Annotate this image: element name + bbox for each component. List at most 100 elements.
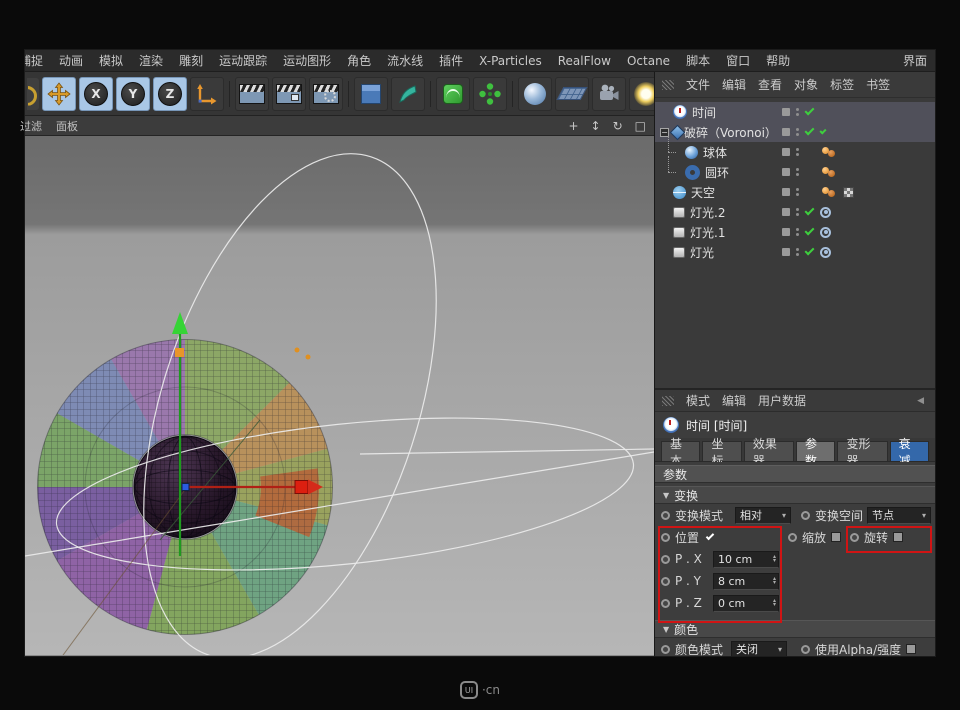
menu-item-xparticles[interactable]: X-Particles bbox=[479, 54, 542, 68]
z-axis-lock-button[interactable]: Z bbox=[153, 77, 187, 111]
viewport-menu-panel[interactable]: 面板 bbox=[56, 118, 78, 134]
z-axis-handle[interactable] bbox=[182, 484, 189, 491]
object-row-torus[interactable]: 圆环 bbox=[655, 162, 935, 182]
menu-item-octane[interactable]: Octane bbox=[627, 54, 670, 68]
layer-color-box[interactable] bbox=[782, 108, 790, 116]
om-menu-objects[interactable]: 对象 bbox=[794, 76, 818, 93]
axis-scale-handle[interactable] bbox=[175, 348, 184, 357]
cloner-button[interactable] bbox=[473, 77, 507, 111]
section-color[interactable]: ▼ 颜色 bbox=[655, 620, 935, 638]
position-checked-icon[interactable] bbox=[706, 532, 714, 540]
enabled-check-icon[interactable] bbox=[805, 226, 815, 236]
menu-item-plugins[interactable]: 插件 bbox=[439, 52, 463, 69]
menu-item-window[interactable]: 窗口 bbox=[726, 52, 750, 69]
spinner-down-icon[interactable]: ▾ bbox=[773, 581, 776, 586]
visibility-dots[interactable] bbox=[796, 208, 799, 216]
menu-item-motion-tracker[interactable]: 运动跟踪 bbox=[219, 52, 267, 69]
x-axis-lock-button[interactable]: X bbox=[79, 77, 113, 111]
floor-button[interactable] bbox=[555, 77, 589, 111]
tab-basic[interactable]: 基本 bbox=[661, 441, 700, 461]
viewport-menu-filter[interactable]: 过滤 bbox=[20, 118, 42, 134]
object-row-voronoi[interactable]: − 破碎（Voronoi） bbox=[655, 122, 935, 142]
tab-coordinates[interactable]: 坐标 bbox=[702, 441, 741, 461]
py-input[interactable]: 8 cm ▴▾ bbox=[713, 573, 779, 590]
layer-color-box[interactable] bbox=[782, 148, 790, 156]
layer-color-box[interactable] bbox=[782, 228, 790, 236]
object-row-light1[interactable]: 灯光.1 bbox=[655, 222, 935, 242]
material-tag-icon[interactable] bbox=[822, 187, 837, 198]
visibility-dots[interactable] bbox=[796, 248, 799, 256]
sky-texture-tag-icon[interactable] bbox=[843, 187, 854, 198]
object-row-light[interactable]: 灯光 bbox=[655, 242, 935, 262]
panel-grip-icon[interactable] bbox=[662, 396, 674, 406]
pz-input[interactable]: 0 cm ▴▾ bbox=[713, 595, 779, 612]
object-row-light2[interactable]: 灯光.2 bbox=[655, 202, 935, 222]
am-menu-edit[interactable]: 编辑 bbox=[722, 392, 746, 409]
keyframe-circle[interactable] bbox=[661, 511, 670, 520]
menu-item-help[interactable]: 帮助 bbox=[766, 52, 790, 69]
coordinate-system-button[interactable] bbox=[190, 77, 224, 111]
panel-grip-icon[interactable] bbox=[662, 80, 674, 90]
visibility-dots[interactable] bbox=[796, 128, 799, 136]
layer-color-box[interactable] bbox=[782, 128, 790, 136]
keyframe-circle[interactable] bbox=[661, 555, 670, 564]
menu-item-pipeline[interactable]: 流水线 bbox=[387, 52, 423, 69]
history-back-icon[interactable]: ◀ bbox=[917, 396, 928, 406]
object-row-time[interactable]: 时间 bbox=[655, 102, 935, 122]
object-row-sphere[interactable]: 球体 bbox=[655, 142, 935, 162]
visibility-dots[interactable] bbox=[796, 148, 799, 156]
menu-item-interface[interactable]: 界面 bbox=[903, 52, 927, 69]
render-picture-viewer-button[interactable] bbox=[272, 77, 306, 111]
layer-color-box[interactable] bbox=[782, 188, 790, 196]
om-menu-tags[interactable]: 标签 bbox=[830, 76, 854, 93]
enabled-check-icon[interactable] bbox=[805, 106, 815, 116]
subdivision-surface-button[interactable] bbox=[436, 77, 470, 111]
render-settings-button[interactable] bbox=[309, 77, 343, 111]
keyframe-circle[interactable] bbox=[661, 577, 670, 586]
tab-effector[interactable]: 效果器 bbox=[744, 441, 794, 461]
am-menu-mode[interactable]: 模式 bbox=[686, 392, 710, 409]
om-menu-file[interactable]: 文件 bbox=[686, 76, 710, 93]
am-menu-userdata[interactable]: 用户数据 bbox=[758, 392, 806, 409]
y-axis-lock-button[interactable]: Y bbox=[116, 77, 150, 111]
object-row-sky[interactable]: 天空 bbox=[655, 182, 935, 202]
move-tool-button[interactable] bbox=[42, 77, 76, 111]
om-menu-edit[interactable]: 编辑 bbox=[722, 76, 746, 93]
tab-deformer[interactable]: 变形器 bbox=[837, 441, 887, 461]
layer-color-box[interactable] bbox=[782, 168, 790, 176]
keyframe-circle[interactable] bbox=[850, 533, 859, 542]
visibility-dots[interactable] bbox=[796, 228, 799, 236]
metaball-button[interactable] bbox=[518, 77, 552, 111]
target-tag-icon[interactable] bbox=[820, 207, 831, 218]
visibility-dots[interactable] bbox=[796, 188, 799, 196]
target-tag-icon[interactable] bbox=[820, 227, 831, 238]
rotation-checkbox[interactable] bbox=[893, 532, 903, 542]
enabled-check-icon[interactable] bbox=[805, 126, 815, 136]
viewport-scene[interactable] bbox=[25, 136, 654, 655]
transform-space-dropdown[interactable]: 节点 ▾ bbox=[867, 507, 931, 524]
target-tag-icon[interactable] bbox=[820, 247, 831, 258]
cube-primitive-button[interactable] bbox=[354, 77, 388, 111]
material-tag-icon[interactable] bbox=[822, 167, 837, 178]
viewport-pan-icon[interactable]: + bbox=[568, 119, 578, 133]
menu-item-sculpt[interactable]: 雕刻 bbox=[179, 52, 203, 69]
om-menu-bookmarks[interactable]: 书签 bbox=[866, 76, 890, 93]
keyframe-circle[interactable] bbox=[661, 645, 670, 654]
spinner-down-icon[interactable]: ▾ bbox=[773, 559, 776, 564]
menu-item-animation[interactable]: 动画 bbox=[59, 52, 83, 69]
enabled-check-icon[interactable] bbox=[819, 127, 826, 134]
transform-mode-dropdown[interactable]: 相对 ▾ bbox=[735, 507, 791, 524]
keyframe-circle[interactable] bbox=[801, 511, 810, 520]
keyframe-circle[interactable] bbox=[661, 533, 670, 542]
enabled-check-icon[interactable] bbox=[805, 206, 815, 216]
camera-button[interactable] bbox=[592, 77, 626, 111]
undo-icon[interactable] bbox=[27, 78, 39, 110]
pen-spline-button[interactable] bbox=[391, 77, 425, 111]
material-tag-icon[interactable] bbox=[822, 147, 837, 158]
px-input[interactable]: 10 cm ▴▾ bbox=[713, 551, 779, 568]
render-view-button[interactable] bbox=[235, 77, 269, 111]
section-transform[interactable]: ▼ 变换 bbox=[655, 486, 935, 504]
tab-falloff[interactable]: 衰减 bbox=[890, 441, 929, 461]
light-button[interactable] bbox=[629, 77, 654, 111]
menu-item-character[interactable]: 角色 bbox=[347, 52, 371, 69]
